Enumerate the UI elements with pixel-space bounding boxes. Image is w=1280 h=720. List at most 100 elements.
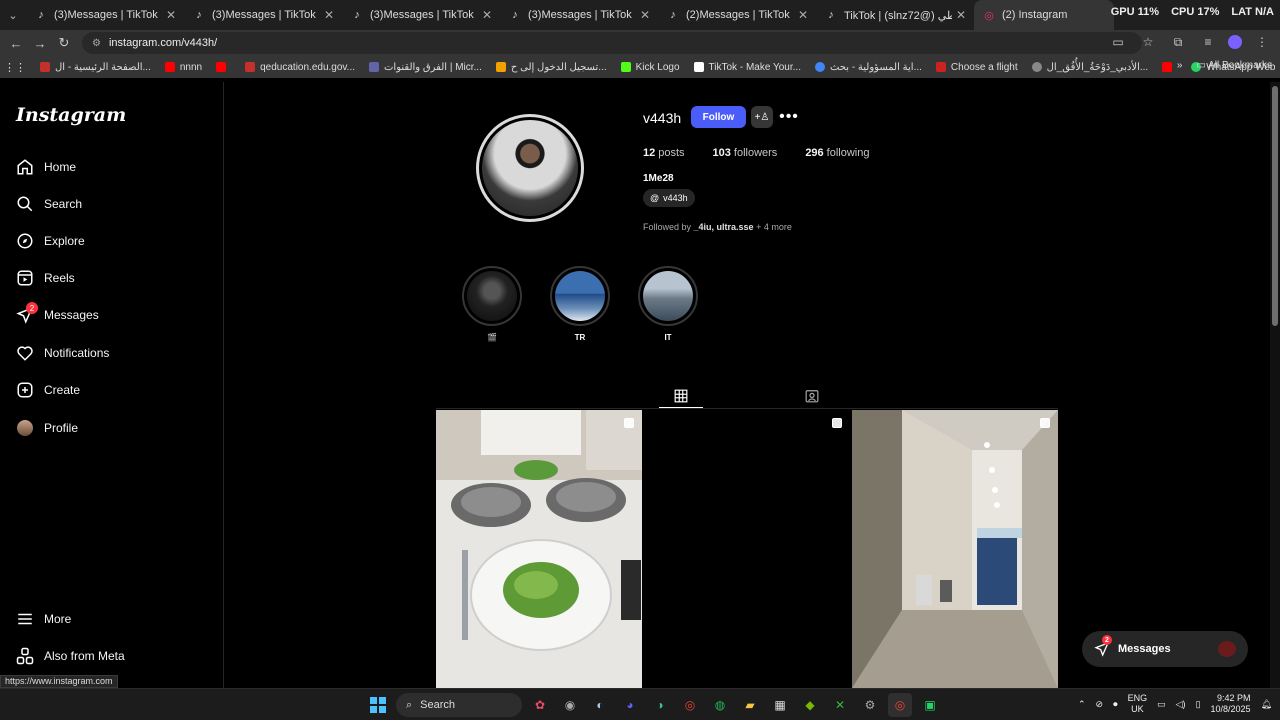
tab-search-button[interactable]: ⌄ — [0, 0, 26, 30]
site-info-icon[interactable]: ⚙ — [92, 38, 101, 49]
notification-bell-icon[interactable]: 🔔︎ — [1261, 699, 1272, 710]
extensions-icon[interactable]: ⧉ — [1168, 32, 1188, 52]
close-icon[interactable]: ✕ — [640, 8, 650, 22]
settings-icon[interactable]: ⚙ — [858, 693, 882, 717]
close-icon[interactable]: ✕ — [798, 8, 808, 22]
browser-tab[interactable]: ♪ (2)Messages | TikTok ✕ — [658, 0, 816, 30]
post-thumbnail[interactable] — [644, 410, 850, 688]
all-bookmarks[interactable]: ▭ All Bookmarks — [1196, 60, 1272, 71]
apps-icon[interactable]: ⋮⋮ — [4, 61, 26, 74]
profile-avatar[interactable] — [476, 114, 584, 222]
browser-tab[interactable]: ♪ (3)Messages | TikTok ✕ — [342, 0, 500, 30]
story-highlight[interactable]: TR — [550, 266, 610, 342]
chevron-right-icon[interactable]: » — [1177, 60, 1183, 71]
nvidia-icon[interactable]: ◆ — [798, 693, 822, 717]
battery-icon[interactable]: ▯ — [1196, 699, 1201, 710]
suggest-users-button[interactable]: +♙ — [751, 106, 773, 128]
close-icon[interactable]: ✕ — [956, 8, 966, 22]
network-off-icon[interactable]: ⊘ — [1096, 699, 1104, 710]
bookmark-item[interactable]: TikTok - Make Your... — [693, 62, 801, 73]
camera-icon[interactable]: ◉ — [558, 693, 582, 717]
bookmark-item[interactable]: Choose a flight — [935, 62, 1018, 73]
nav-reels[interactable]: Reels — [16, 266, 75, 290]
file-explorer-icon[interactable]: ▰ — [738, 693, 762, 717]
browser-tab[interactable]: ♪ (3)Messages | TikTok ✕ — [26, 0, 184, 30]
reload-icon[interactable]: ↻ — [52, 31, 76, 55]
close-icon[interactable]: ✕ — [482, 8, 492, 22]
discord-icon[interactable]: ◕ — [618, 693, 642, 717]
flight-icon — [935, 62, 946, 72]
back-icon[interactable]: ← — [4, 31, 28, 55]
xbox-icon[interactable]: ✕ — [828, 693, 852, 717]
tab-posts[interactable] — [659, 384, 703, 408]
nav-explore[interactable]: Explore — [16, 229, 85, 253]
nav-more[interactable]: More — [16, 607, 71, 631]
bookmark-item[interactable]: الأدبي_دَوْحَةُ_الأُفُق_ال... — [1031, 62, 1148, 73]
scrollbar-thumb[interactable] — [1272, 86, 1278, 326]
bookmark-item[interactable] — [1162, 62, 1177, 72]
post-thumbnail[interactable] — [436, 410, 642, 688]
taskbar-search[interactable]: ⌕ Search — [396, 693, 522, 717]
browser-tab[interactable]: ♪ (3)Messages | TikTok ✕ — [184, 0, 342, 30]
system-clock[interactable]: 9:42 PM 10/8/2025 — [1211, 693, 1251, 715]
microphone-icon[interactable]: ⏺ — [1113, 699, 1118, 710]
chevron-up-icon[interactable]: ⌃ — [1078, 699, 1086, 710]
story-highlight[interactable]: 🎬 — [462, 266, 522, 342]
volume-icon[interactable]: ◁) — [1176, 699, 1186, 710]
nav-profile[interactable]: Profile — [16, 416, 78, 440]
page-scrollbar[interactable] — [1270, 82, 1280, 688]
followers-stat[interactable]: 103 followers — [713, 147, 778, 159]
close-icon[interactable]: ✕ — [166, 8, 176, 22]
bookmark-item[interactable]: الصفحة الرئيسية - ال... — [40, 62, 151, 73]
kebab-menu-icon[interactable]: ⋮ — [1252, 32, 1272, 52]
url-input[interactable]: ⚙ instagram.com/v443h/ — [82, 32, 1142, 54]
windows-start-icon[interactable] — [366, 693, 390, 717]
display-icon[interactable]: ▭ — [1157, 699, 1166, 710]
forward-icon[interactable]: → — [28, 31, 52, 55]
store-icon[interactable]: ▦ — [768, 693, 792, 717]
nav-create[interactable]: Create — [16, 378, 80, 402]
follow-button[interactable]: Follow — [691, 106, 746, 128]
steam-icon[interactable]: ◐ — [588, 693, 612, 717]
close-icon[interactable]: ✕ — [324, 8, 334, 22]
threads-link[interactable]: @ v443h — [643, 189, 695, 207]
followed-by[interactable]: Followed by _4iu, ultra.sse + 4 more — [643, 222, 792, 232]
instagram-logo[interactable]: Instagram — [16, 104, 126, 126]
widget-icon[interactable]: ✿ — [528, 693, 552, 717]
post-thumbnail[interactable] — [852, 410, 1058, 688]
story-highlight[interactable]: IT — [638, 266, 698, 342]
star-icon[interactable]: ☆ — [1138, 32, 1158, 52]
bookmark-item[interactable]: nnnn — [164, 62, 202, 73]
messages-floating-button[interactable]: 2 Messages — [1082, 631, 1248, 667]
chrome-icon[interactable]: ◎ — [678, 693, 702, 717]
whatsapp-icon[interactable]: ▣ — [918, 693, 942, 717]
media-icon[interactable]: ≡ — [1198, 32, 1218, 52]
browser-tab-active[interactable]: ◎ (2) Instagram — [974, 0, 1114, 30]
tab-title: (3)Messages | TikTok — [370, 9, 474, 21]
nav-notifications[interactable]: Notifications — [16, 341, 109, 365]
highlight-label: TR — [574, 333, 586, 342]
kick-icon — [620, 62, 631, 72]
bookmark-item[interactable]: تسجيل الدخول إلى ح... — [495, 62, 607, 73]
bookmark-item[interactable] — [216, 62, 231, 72]
nav-messages[interactable]: 2 Messages — [16, 302, 99, 327]
nav-search[interactable]: Search — [16, 192, 82, 216]
edge-icon[interactable]: ◑ — [648, 693, 672, 717]
chrome-active-icon[interactable]: ◎ — [888, 693, 912, 717]
bookmark-item[interactable]: Kick Logo — [620, 62, 680, 73]
profile-avatar-icon[interactable] — [1228, 35, 1242, 49]
cast-icon[interactable]: ▭ — [1108, 32, 1128, 52]
nav-home[interactable]: Home — [16, 155, 76, 179]
tab-tagged[interactable] — [790, 384, 834, 408]
bookmark-item[interactable]: اية المسؤولية - بحث... — [814, 62, 922, 73]
more-options-button[interactable]: ••• — [779, 106, 798, 128]
language-indicator[interactable]: ENG UK — [1128, 693, 1148, 715]
bookmark-item[interactable]: الفرق والقنوات | Micr... — [369, 62, 482, 73]
threads-icon: @ — [650, 193, 660, 203]
spotify-icon[interactable]: ◍ — [708, 693, 732, 717]
following-stat[interactable]: 296 following — [805, 147, 869, 159]
bookmark-item[interactable]: qeducation.edu.gov... — [245, 62, 355, 73]
nav-also-from-meta[interactable]: Also from Meta — [16, 644, 125, 668]
browser-tab[interactable]: ♪ (3)Messages | TikTok ✕ — [500, 0, 658, 30]
browser-tab[interactable]: ♪ TikTok | (slnz72@) السلطي ✕ — [816, 0, 974, 30]
